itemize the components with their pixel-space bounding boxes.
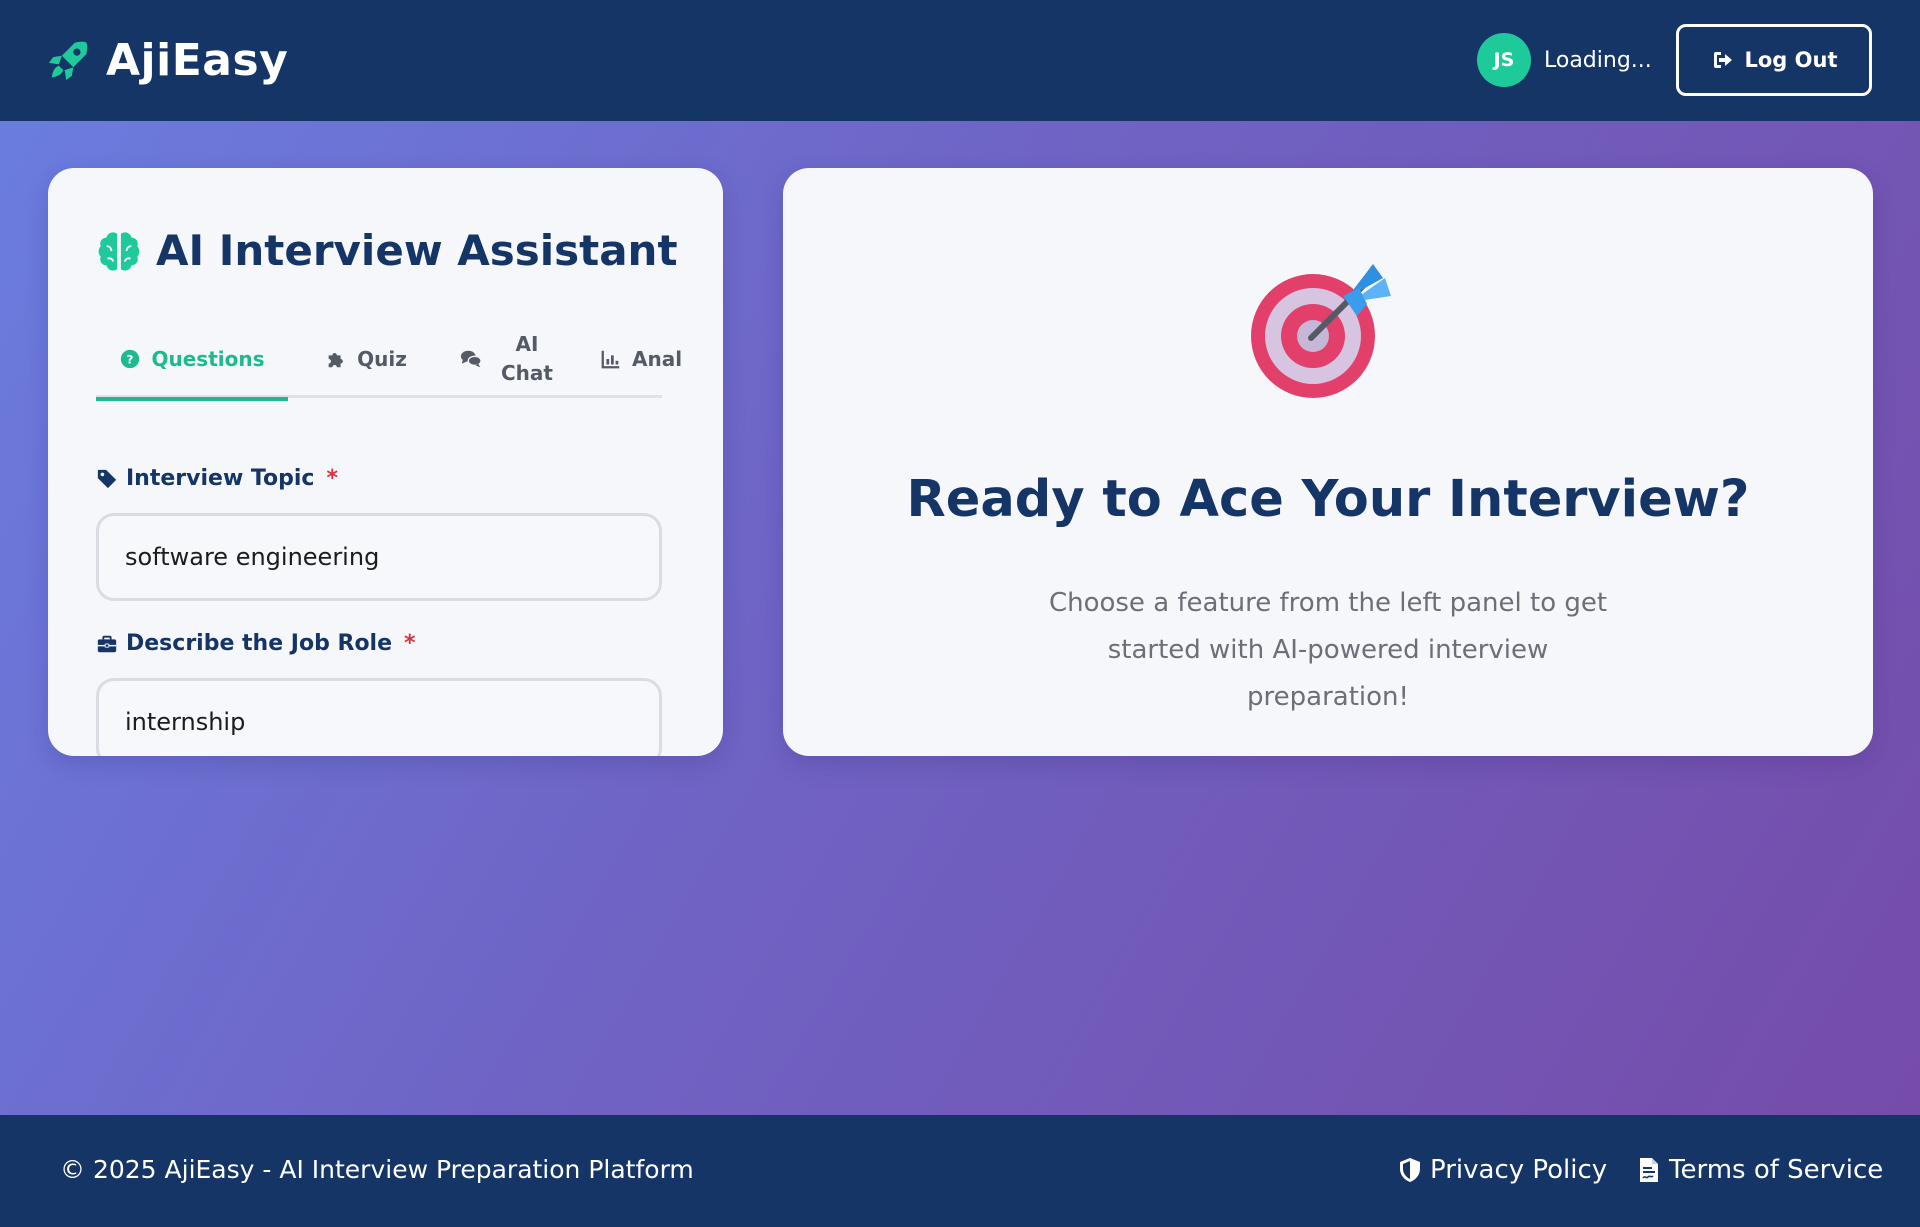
- topic-label: Interview Topic *: [96, 466, 338, 491]
- required-marker: *: [326, 466, 338, 491]
- avatar[interactable]: JS: [1477, 33, 1531, 87]
- tag-icon: [97, 469, 117, 488]
- brand-name: AjiEasy: [106, 34, 289, 86]
- terms-of-service-label: Terms of Service: [1669, 1155, 1884, 1185]
- tab-analytics[interactable]: Anal: [576, 320, 686, 398]
- interview-topic-input[interactable]: [96, 513, 662, 601]
- user-menu[interactable]: JS Loading...: [1477, 33, 1652, 87]
- tab-questions[interactable]: ? Questions: [96, 320, 288, 401]
- topic-label-text: Interview Topic: [126, 466, 315, 491]
- question-circle-icon: ?: [121, 349, 140, 369]
- privacy-policy-label: Privacy Policy: [1430, 1155, 1608, 1185]
- sign-out-icon: [1713, 52, 1732, 68]
- tab-label: AI Chat: [501, 332, 553, 385]
- job-role-label-text: Describe the Job Role: [126, 631, 393, 656]
- tab-label: Questions: [151, 347, 265, 371]
- briefcase-icon: [97, 635, 117, 652]
- shield-icon: [1400, 1158, 1420, 1182]
- logout-label: Log Out: [1744, 48, 1838, 72]
- panel-title: AI Interview Assistant: [96, 226, 678, 275]
- tab-label: Anal: [632, 347, 683, 371]
- logout-button[interactable]: Log Out: [1676, 24, 1872, 96]
- comments-icon: [460, 350, 482, 368]
- svg-text:?: ?: [127, 353, 134, 367]
- copyright-text: © 2025 AjiEasy - AI Interview Preparatio…: [60, 1155, 694, 1184]
- job-role-input[interactable]: [96, 678, 662, 756]
- panel-title-text: AI Interview Assistant: [156, 226, 678, 275]
- chart-icon: [601, 350, 620, 369]
- footer: © 2025 AjiEasy - AI Interview Preparatio…: [0, 1115, 1920, 1227]
- welcome-panel: Ready to Ace Your Interview? Choose a fe…: [783, 168, 1873, 756]
- user-status-text: Loading...: [1544, 47, 1652, 73]
- top-navbar: AjiEasy JS Loading... Log Out: [0, 0, 1920, 121]
- tab-quiz[interactable]: Quiz: [296, 320, 436, 398]
- terms-of-service-link[interactable]: Terms of Service: [1637, 1155, 1883, 1185]
- privacy-policy-link[interactable]: Privacy Policy: [1398, 1155, 1607, 1185]
- tab-ai-chat[interactable]: AI Chat: [446, 320, 576, 398]
- feature-tabs: ? Questions Quiz AI Chat Anal: [96, 320, 682, 401]
- bullseye-dart-icon: [1251, 264, 1391, 398]
- file-contract-icon: [1640, 1158, 1658, 1182]
- job-role-label: Describe the Job Role *: [96, 631, 416, 656]
- required-marker: *: [404, 631, 416, 656]
- assistant-panel: AI Interview Assistant ? Questions Quiz …: [48, 168, 723, 756]
- ready-heading: Ready to Ace Your Interview?: [906, 470, 1750, 529]
- brand-logo[interactable]: AjiEasy: [46, 32, 288, 88]
- rocket-icon: [48, 41, 88, 81]
- brain-icon: [98, 231, 140, 271]
- puzzle-icon: [328, 353, 343, 368]
- tab-label: Quiz: [357, 347, 407, 371]
- ready-subtitle: Choose a feature from the left panel to …: [1048, 588, 1608, 712]
